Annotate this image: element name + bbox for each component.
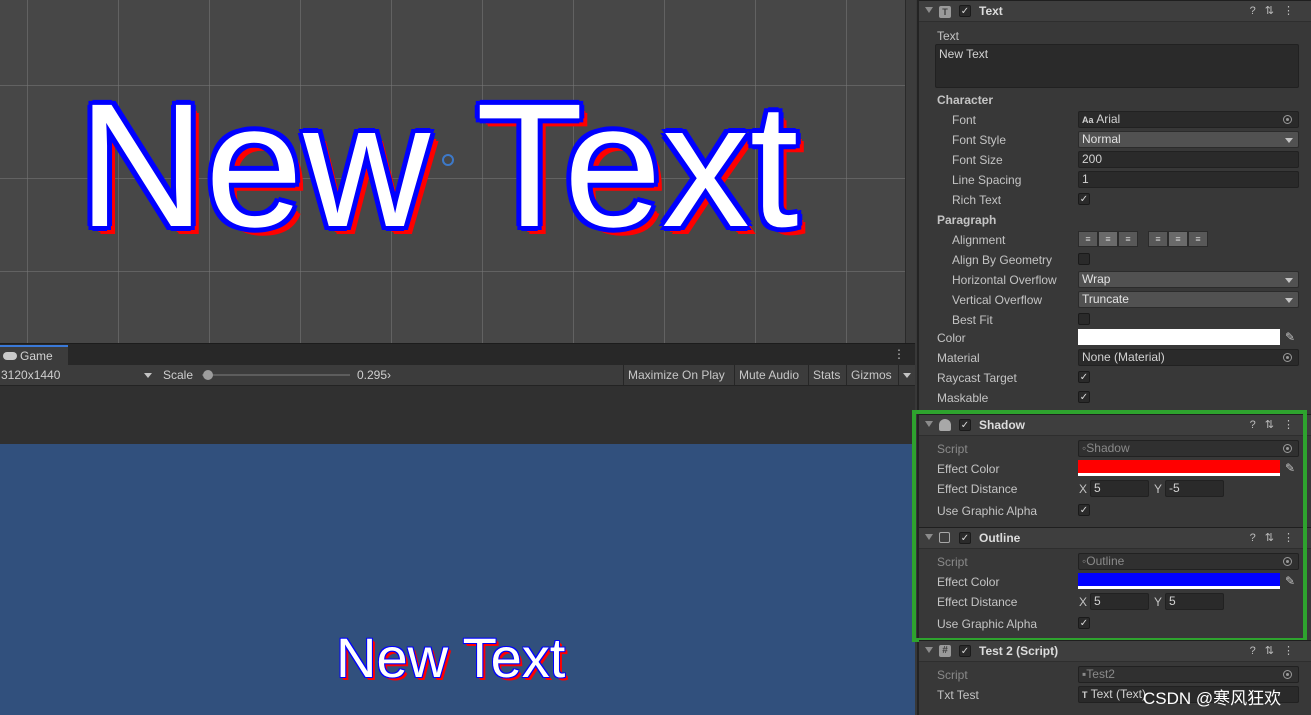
font-style-value: Normal [1082, 132, 1121, 146]
text-asset-icon: T [1082, 690, 1088, 700]
chevron-down-icon [903, 373, 911, 378]
font-value: Arial [1096, 112, 1121, 126]
vertical-alignment-group: ≡ ≡ ≡ [1148, 231, 1208, 247]
align-bottom-icon[interactable]: ≡ [1188, 231, 1208, 247]
tab-game-label: Game [20, 349, 53, 363]
gizmos-button[interactable]: Gizmos [846, 365, 898, 385]
foldout-arrow-icon[interactable] [925, 7, 933, 13]
tab-game[interactable]: Game [0, 345, 68, 365]
character-header: Character [937, 93, 994, 107]
test2-script-field: ▪Test2 [1078, 666, 1299, 683]
text-label: Text [937, 29, 960, 43]
text-component-title: Text [979, 4, 1003, 18]
mute-audio-button[interactable]: Mute Audio [734, 365, 808, 385]
chevron-down-icon [1285, 138, 1293, 143]
align-by-geometry-label: Align By Geometry [952, 253, 1053, 267]
gamepad-icon [3, 352, 17, 360]
test2-component-header[interactable]: # ✓ Test 2 (Script) ?⇅⋮ [919, 640, 1311, 662]
watermark: CSDN @寒风狂欢 [1143, 689, 1282, 708]
stats-button[interactable]: Stats [808, 365, 846, 385]
font-style-dropdown[interactable]: Normal [1078, 131, 1299, 148]
object-picker-icon[interactable] [1283, 353, 1292, 362]
maximize-on-play-button[interactable]: Maximize On Play [623, 365, 733, 385]
raycast-target-label: Raycast Target [937, 371, 1017, 385]
scene-view[interactable]: New Text [0, 0, 915, 343]
align-middle-icon[interactable]: ≡ [1168, 231, 1188, 247]
scene-scrollbar[interactable] [905, 0, 916, 343]
best-fit-checkbox[interactable] [1078, 313, 1090, 325]
chevron-down-icon [1285, 298, 1293, 303]
tab-menu-kebab-icon[interactable]: ⋮ [893, 347, 905, 361]
game-viewport[interactable]: New Text [0, 444, 915, 715]
align-center-icon[interactable]: ≡ [1098, 231, 1118, 247]
font-style-label: Font Style [952, 133, 1007, 147]
txt-test-value: Text (Text) [1090, 687, 1146, 701]
scale-slider-thumb[interactable] [202, 370, 213, 380]
game-tab-bar: ⋮ [0, 343, 915, 366]
horizontal-overflow-dropdown[interactable]: Wrap [1078, 271, 1299, 288]
font-size-input[interactable]: 200 [1078, 151, 1299, 168]
maskable-label: Maskable [937, 391, 989, 405]
color-label: Color [937, 331, 966, 345]
best-fit-label: Best Fit [952, 313, 993, 327]
scene-canvas-text: New Text [78, 68, 799, 264]
component-header-icons[interactable]: ?⇅⋮ [1250, 644, 1303, 657]
material-object-field[interactable]: None (Material) [1078, 349, 1299, 366]
material-label: Material [937, 351, 980, 365]
horizontal-overflow-label: Horizontal Overflow [952, 273, 1057, 287]
chevron-down-icon [144, 373, 152, 378]
scale-slider[interactable] [202, 374, 350, 376]
object-picker-icon[interactable] [1283, 115, 1292, 124]
script-hash-icon: # [939, 645, 951, 657]
vertical-overflow-dropdown[interactable]: Truncate [1078, 291, 1299, 308]
txt-test-label: Txt Test [937, 688, 979, 702]
game-letterbox [0, 386, 915, 444]
game-canvas-text: New Text [336, 626, 566, 689]
align-by-geometry-checkbox[interactable] [1078, 253, 1090, 265]
eyedropper-icon[interactable]: ✎ [1283, 330, 1297, 344]
raycast-target-checkbox[interactable]: ✓ [1078, 371, 1090, 383]
font-label: Font [952, 113, 977, 127]
game-toolbar: 3120x1440 Scale 0.295› Maximize On Play … [0, 365, 915, 386]
foldout-arrow-icon[interactable] [925, 647, 933, 653]
resolution-label: 3120x1440 [1, 368, 61, 382]
alignment-label: Alignment [952, 233, 1006, 247]
scale-label: Scale [163, 368, 194, 382]
rich-text-label: Rich Text [952, 193, 1002, 207]
line-spacing-label: Line Spacing [952, 173, 1022, 187]
horizontal-alignment-group: ≡ ≡ ≡ [1078, 231, 1138, 247]
gizmos-dropdown[interactable] [898, 365, 916, 385]
maskable-checkbox[interactable]: ✓ [1078, 391, 1090, 403]
scale-value: 0.295› [357, 368, 392, 382]
text-component-icon: T [939, 6, 951, 18]
font-asset-icon: Aa [1082, 115, 1094, 125]
object-picker-icon [1283, 670, 1292, 679]
test2-enabled-checkbox[interactable]: ✓ [959, 645, 971, 657]
highlight-box [912, 410, 1307, 642]
align-top-icon[interactable]: ≡ [1148, 231, 1168, 247]
pivot-handle-icon[interactable] [442, 154, 454, 166]
font-size-label: Font Size [952, 153, 1003, 167]
rich-text-checkbox[interactable]: ✓ [1078, 193, 1090, 205]
color-swatch[interactable] [1078, 329, 1280, 345]
resolution-dropdown[interactable]: 3120x1440 [0, 365, 156, 385]
text-enabled-checkbox[interactable]: ✓ [959, 5, 971, 17]
test2-script-value: Test2 [1086, 667, 1115, 681]
component-header-icons[interactable]: ?⇅⋮ [1250, 4, 1303, 17]
material-value: None (Material) [1082, 350, 1165, 364]
text-component-header[interactable]: T ✓ Text ?⇅⋮ [919, 0, 1311, 22]
text-area-input[interactable]: New Text [935, 44, 1299, 88]
paragraph-header: Paragraph [937, 213, 997, 227]
font-object-field[interactable]: Aa Arial [1078, 111, 1299, 128]
chevron-down-icon [1285, 278, 1293, 283]
horizontal-overflow-value: Wrap [1082, 272, 1111, 286]
vertical-overflow-value: Truncate [1082, 292, 1129, 306]
line-spacing-input[interactable]: 1 [1078, 171, 1299, 188]
test2-script-label: Script [937, 668, 968, 682]
align-left-icon[interactable]: ≡ [1078, 231, 1098, 247]
align-right-icon[interactable]: ≡ [1118, 231, 1138, 247]
test2-component-title: Test 2 (Script) [979, 644, 1059, 658]
vertical-overflow-label: Vertical Overflow [952, 293, 1043, 307]
